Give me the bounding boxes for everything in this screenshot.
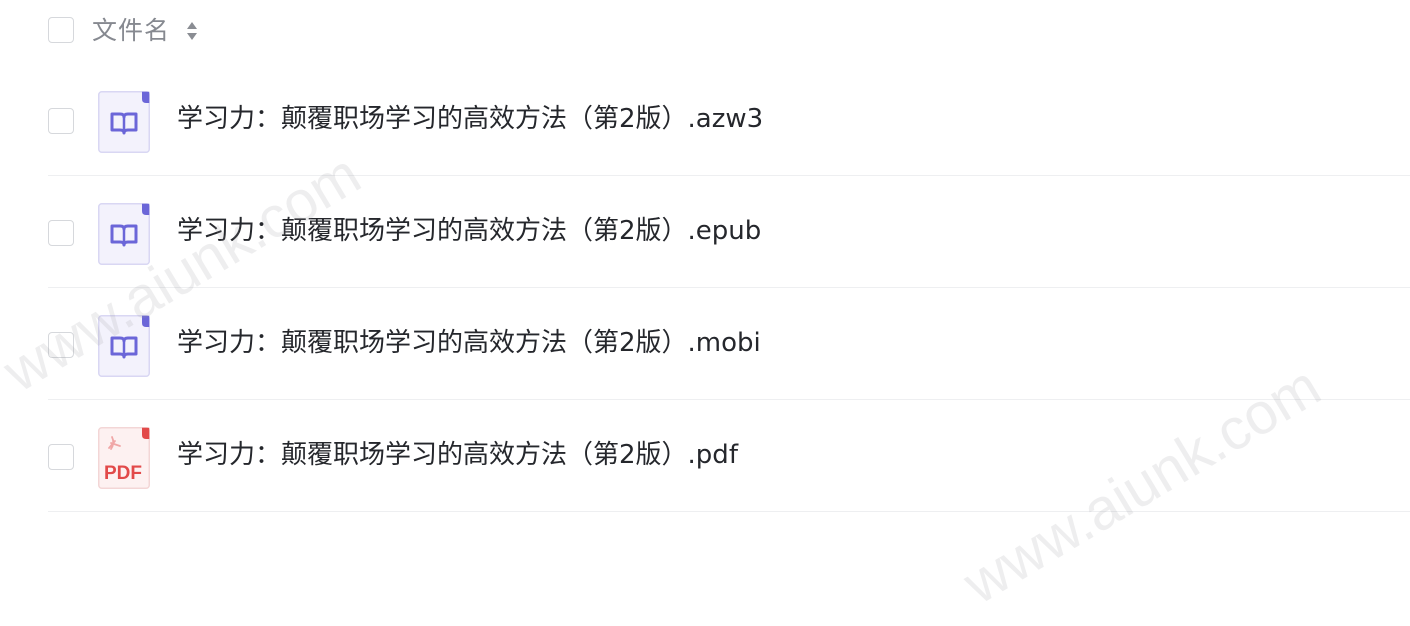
file-list-header: 文件名 xyxy=(0,0,1410,62)
pdf-icon-label: PDF xyxy=(104,463,142,484)
row-divider xyxy=(48,511,1410,512)
row-checkbox[interactable] xyxy=(48,108,74,134)
sort-icon[interactable] xyxy=(185,19,199,43)
file-row[interactable]: 学习力：颠覆职场学习的高效方法（第2版）.epub xyxy=(0,176,1410,288)
pdf-icon: PDF xyxy=(98,427,150,489)
file-name[interactable]: 学习力：颠覆职场学习的高效方法（第2版）.pdf xyxy=(177,435,738,475)
file-name[interactable]: 学习力：颠覆职场学习的高效方法（第2版）.epub xyxy=(177,211,761,251)
file-row[interactable]: 学习力：颠覆职场学习的高效方法（第2版）.azw3 xyxy=(0,64,1410,176)
select-all-checkbox[interactable] xyxy=(48,17,74,43)
file-name[interactable]: 学习力：颠覆职场学习的高效方法（第2版）.azw3 xyxy=(177,99,763,139)
filename-column-header[interactable]: 文件名 xyxy=(92,14,170,48)
row-checkbox[interactable] xyxy=(48,444,74,470)
ebook-icon xyxy=(98,91,150,153)
file-row[interactable]: PDF 学习力：颠覆职场学习的高效方法（第2版）.pdf xyxy=(0,400,1410,512)
ebook-icon xyxy=(98,203,150,265)
ebook-icon xyxy=(98,315,150,377)
file-row[interactable]: 学习力：颠覆职场学习的高效方法（第2版）.mobi xyxy=(0,288,1410,400)
file-name[interactable]: 学习力：颠覆职场学习的高效方法（第2版）.mobi xyxy=(177,323,761,363)
row-checkbox[interactable] xyxy=(48,332,74,358)
file-list-page: 文件名 学习力：颠覆职场学习的高效方法（第2版）.azw3 学习力：颠覆职场学习… xyxy=(0,0,1410,626)
row-checkbox[interactable] xyxy=(48,220,74,246)
